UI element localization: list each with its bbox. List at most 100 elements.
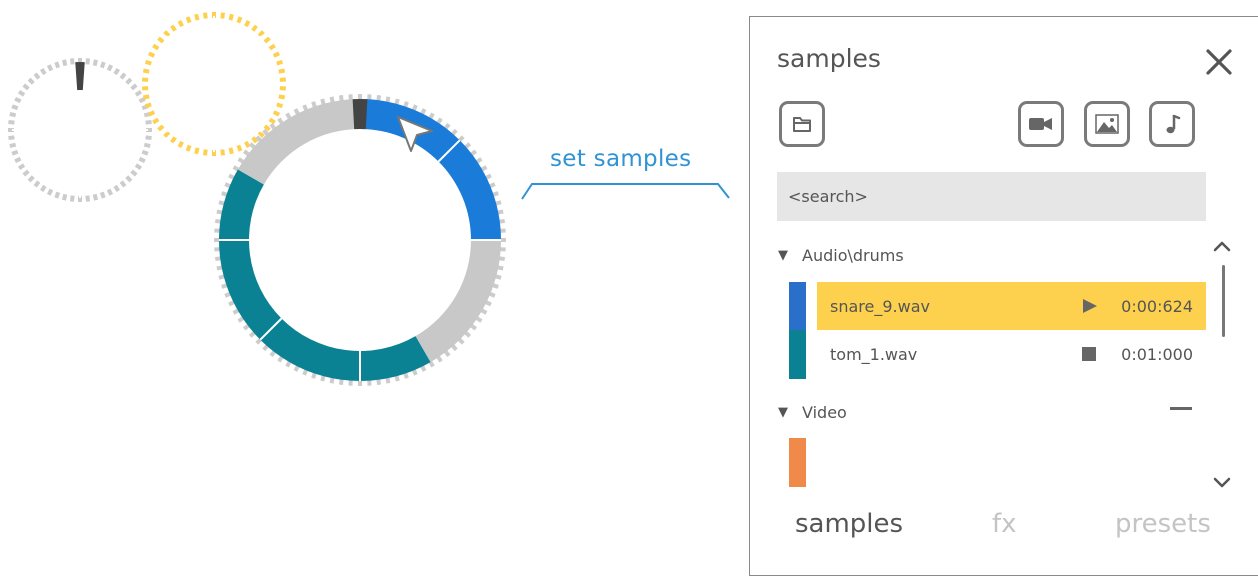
gear-divider <box>241 36 262 57</box>
gear-tooth <box>277 62 283 64</box>
playhead <box>353 99 368 129</box>
gear-tooth <box>29 79 33 83</box>
gear-tooth <box>172 26 176 31</box>
gear-tooth <box>102 192 104 198</box>
tab-fx[interactable]: fx <box>992 509 1017 539</box>
gear-tooth <box>12 106 18 108</box>
gear-tooth <box>42 186 45 191</box>
gear-tooth <box>153 119 158 122</box>
gear-tooth <box>95 60 96 66</box>
gear-tooth <box>87 196 88 202</box>
folder-audio-drums[interactable]: ▼ Audio\drums <box>778 244 904 266</box>
gear-tooth <box>179 142 182 147</box>
gear-tooth <box>115 69 118 74</box>
scrollbar-thumb[interactable] <box>1222 265 1225 337</box>
file-time: 0:01:000 <box>1111 345 1193 364</box>
gear-tooth <box>153 45 158 48</box>
folder-color-swatch <box>789 438 806 487</box>
gear-tooth <box>35 74 39 79</box>
gear-tooth <box>246 142 249 147</box>
gear-tooth <box>49 65 52 70</box>
open-folder-button[interactable] <box>779 101 825 147</box>
video-filter-button[interactable] <box>1018 101 1064 147</box>
gear-tooth <box>87 58 88 64</box>
stop-button[interactable] <box>1081 346 1111 362</box>
gear-tooth <box>12 152 18 154</box>
gear-tooth <box>230 148 231 154</box>
gear-tooth <box>102 62 104 68</box>
folder-icon <box>791 113 813 135</box>
gear-tooth <box>109 65 112 70</box>
scroll-up-button[interactable] <box>1211 235 1233 257</box>
gear-tooth <box>144 145 150 146</box>
gear-tooth <box>35 182 39 187</box>
gear-tooth <box>230 14 231 20</box>
gear-tooth <box>222 149 223 155</box>
gear-tooth <box>8 122 14 123</box>
gear-tooth <box>149 112 154 115</box>
main-gear[interactable] <box>214 94 506 386</box>
yellow-gear[interactable] <box>142 12 286 156</box>
gear-tooth <box>24 85 29 89</box>
folder-video[interactable]: ▼ Video <box>778 401 847 423</box>
gear-tooth <box>265 38 270 42</box>
gear-tooth <box>146 104 152 106</box>
gear-tooth <box>19 165 24 168</box>
gear-tooth <box>159 126 164 130</box>
gear-tooth <box>121 182 125 187</box>
gear-tooth <box>172 137 176 142</box>
expand-triangle-icon: ▼ <box>778 405 788 420</box>
file-name: tom_1.wav <box>830 345 1081 364</box>
gear-tooth <box>159 38 164 42</box>
gear-tooth <box>10 145 16 146</box>
image-filter-button[interactable] <box>1084 101 1130 147</box>
file-row-snare[interactable]: snare_9.wav 0:00:624 <box>817 282 1206 330</box>
close-icon <box>1202 45 1236 79</box>
gear-tooth <box>179 21 182 26</box>
gear-tooth <box>146 122 152 123</box>
gear-tooth <box>253 26 257 31</box>
gear-tooth <box>165 132 169 136</box>
video-camera-icon <box>1027 113 1055 135</box>
file-row-tom[interactable]: tom_1.wav 0:01:000 <box>817 330 1206 378</box>
gear-tooth <box>136 165 141 168</box>
set-samples-callout: set samples <box>520 146 730 200</box>
gear-tooth <box>259 32 263 36</box>
gear-tooth <box>146 62 152 64</box>
gear-tooth <box>149 53 154 56</box>
gear-tooth <box>127 79 131 83</box>
gear-tooth <box>136 92 141 95</box>
file-time: 0:00:624 <box>1111 297 1193 316</box>
samples-panel: samples ▼ Audio <box>749 16 1258 576</box>
playhead <box>75 62 84 90</box>
gear-tooth <box>270 119 275 122</box>
gear-tooth <box>196 14 197 20</box>
gear-tooth <box>72 196 73 202</box>
gear-tooth <box>72 58 73 64</box>
scroll-down-button[interactable] <box>1211 471 1233 493</box>
gear-tooth <box>29 177 33 181</box>
search-input[interactable] <box>777 172 1206 221</box>
gear-tooth <box>8 137 14 138</box>
gear-divider <box>166 111 187 132</box>
gear-tooth <box>121 74 125 79</box>
collapse-folder-button[interactable] <box>1170 407 1192 410</box>
chevron-down-icon <box>1211 471 1233 493</box>
file-name: snare_9.wav <box>830 297 1081 316</box>
play-button[interactable] <box>1081 298 1111 314</box>
gear-tooth <box>127 177 131 181</box>
gear-tooth <box>222 13 223 19</box>
gear-tooth <box>274 112 279 115</box>
gear-tooth <box>10 114 16 115</box>
gear-tooth <box>64 60 65 66</box>
orange-gear[interactable] <box>8 58 152 202</box>
gear-divider <box>241 111 262 132</box>
gear-tooth <box>279 71 285 72</box>
close-button[interactable] <box>1202 45 1236 79</box>
tab-presets[interactable]: presets <box>1115 509 1211 539</box>
gear-tooth <box>95 194 96 200</box>
audio-filter-button[interactable] <box>1149 101 1195 147</box>
music-note-icon <box>1161 112 1183 136</box>
gear-tooth <box>42 69 45 74</box>
tab-samples[interactable]: samples <box>795 509 903 539</box>
